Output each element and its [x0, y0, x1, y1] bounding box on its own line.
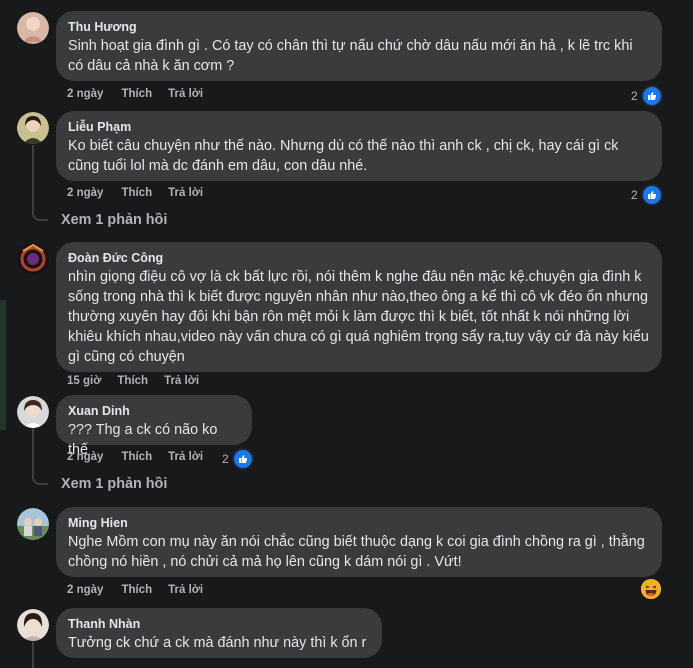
haha-icon[interactable] [641, 579, 661, 599]
comment-time[interactable]: 2 ngày [67, 88, 103, 100]
avatar[interactable] [17, 12, 49, 44]
like-button[interactable]: Thích [121, 584, 152, 596]
reaction-count: 2 [631, 89, 638, 103]
reaction-count: 2 [222, 452, 229, 466]
comment-text: Sinh hoạt gia đình gì . Có tay có chân t… [68, 38, 637, 74]
reply-button[interactable]: Trả lời [164, 375, 199, 387]
comment-author[interactable]: Xuan Dinh [68, 403, 240, 419]
reply-button[interactable]: Trả lời [168, 187, 203, 199]
comment-author[interactable]: Thanh Nhàn [68, 616, 370, 632]
comment-actions: 15 giờ Thích Trả lời [67, 375, 199, 387]
comment-actions: 2 ngày Thích Trả lời [67, 584, 203, 596]
thread-line [32, 428, 34, 474]
comment-author[interactable]: Đoàn Đức Công [68, 250, 650, 266]
comment-text: Tưởng ck chứ a ck mà đánh như này thì k … [68, 635, 367, 651]
comment-author[interactable]: Liễu Phạm [68, 119, 650, 135]
avatar[interactable] [17, 609, 49, 641]
comment-bubble: Liễu Phạm Ko biết câu chuyện như thế nào… [56, 111, 662, 181]
reaction-summary[interactable]: 2 [631, 85, 663, 107]
like-icon [640, 184, 663, 206]
left-edge-strip [0, 300, 6, 430]
reaction-count: 2 [631, 188, 638, 202]
comment-bubble: Xuan Dinh ??? Thg a ck có não ko thế [56, 395, 252, 458]
comment-text: Nghe Mồm con mụ này ăn nói chắc cũng biế… [68, 534, 649, 570]
avatar-image [17, 112, 49, 144]
like-icon [640, 85, 663, 107]
comment-actions: 2 ngày Thích Trả lời [67, 88, 203, 100]
comment-time[interactable]: 15 giờ [67, 375, 101, 387]
thread-curve [32, 209, 48, 221]
like-button[interactable]: Thích [121, 88, 152, 100]
thread-line [32, 145, 34, 211]
comment-time[interactable]: 2 ngày [67, 584, 103, 596]
comment-time[interactable]: 2 ngày [67, 451, 103, 463]
comment-text: Ko biết câu chuyện như thế nào. Nhưng dù… [68, 138, 623, 174]
reply-button[interactable]: Trả lời [168, 451, 203, 463]
comment-bubble: Thu Hương Sinh hoạt gia đình gì . Có tay… [56, 11, 662, 81]
thread-line [32, 642, 34, 668]
comment-bubble: Đoàn Đức Công nhìn giọng điệu cô vợ là c… [56, 242, 662, 372]
like-button[interactable]: Thích [121, 187, 152, 199]
view-replies-link[interactable]: Xem 1 phản hồi [61, 476, 167, 492]
comment-author[interactable]: Thu Hương [68, 19, 650, 35]
avatar[interactable] [17, 396, 49, 428]
comment-actions: 2 ngày Thích Trả lời [67, 451, 203, 463]
like-button[interactable]: Thích [121, 451, 152, 463]
avatar-image [17, 396, 49, 428]
thread-curve [32, 473, 48, 485]
like-button[interactable]: Thích [117, 375, 148, 387]
reply-button[interactable]: Trả lời [168, 584, 203, 596]
avatar-image [17, 243, 49, 275]
reaction-summary[interactable]: 2 [222, 448, 254, 470]
comment-bubble: Thanh Nhàn Tưởng ck chứ a ck mà đánh như… [56, 608, 382, 658]
comment-time[interactable]: 2 ngày [67, 187, 103, 199]
avatar[interactable] [17, 243, 49, 275]
reply-button[interactable]: Trả lời [168, 88, 203, 100]
comment-author[interactable]: Ming Hien [68, 515, 650, 531]
like-icon [231, 448, 254, 470]
comment-text: nhìn giọng điệu cô vợ là ck bất lực rồi,… [68, 269, 653, 365]
avatar[interactable] [17, 508, 49, 540]
reaction-summary[interactable]: 2 [631, 184, 663, 206]
avatar-image [17, 12, 49, 44]
avatar[interactable] [17, 112, 49, 144]
view-replies-link[interactable]: Xem 1 phản hồi [61, 212, 167, 228]
avatar-image [17, 508, 49, 540]
comment-actions: 2 ngày Thích Trả lời [67, 187, 203, 199]
comment-bubble: Ming Hien Nghe Mồm con mụ này ăn nói chắ… [56, 507, 662, 577]
avatar-image [17, 609, 49, 641]
